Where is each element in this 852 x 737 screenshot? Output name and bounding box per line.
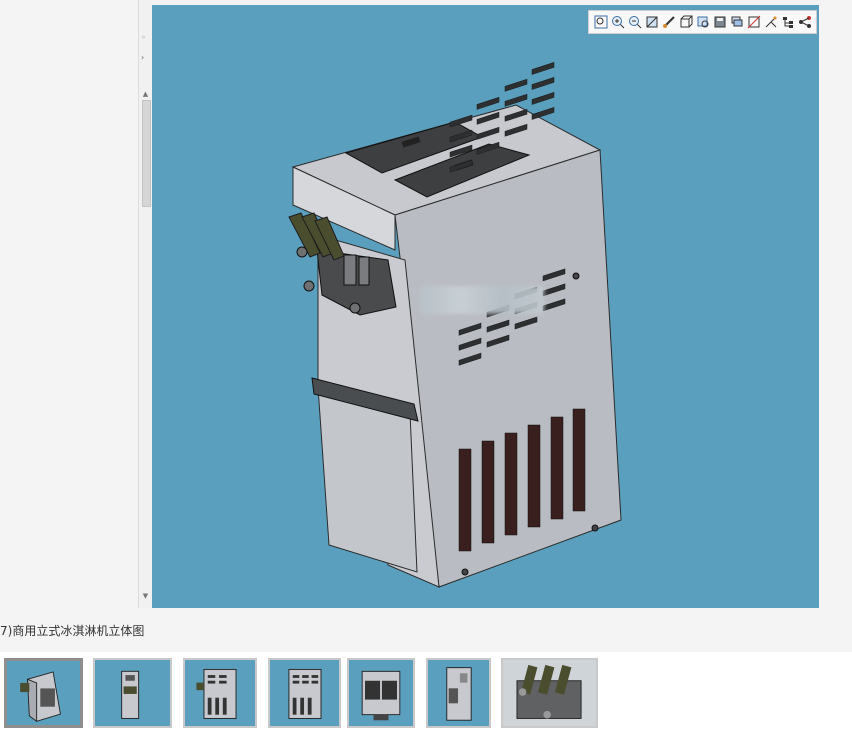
watermark-blur [420, 286, 544, 314]
scroll-down-arrow[interactable]: ▼ [141, 592, 150, 601]
model-caption: 7)商用立式冰淇淋机立体图 [0, 624, 145, 638]
thumbnail-top-view[interactable] [347, 658, 415, 728]
zoom-fit-icon[interactable] [593, 15, 608, 30]
save-view-icon[interactable] [712, 15, 727, 30]
explode-icon[interactable] [763, 15, 778, 30]
3d-model-viewport[interactable] [152, 5, 819, 608]
view-cube-icon[interactable] [678, 15, 693, 30]
share-icon[interactable] [797, 15, 812, 30]
expand-icon[interactable]: › [141, 54, 151, 62]
zoom-out-icon[interactable] [627, 15, 642, 30]
thumbnail-left-view[interactable] [183, 658, 257, 728]
search-part-icon[interactable] [695, 15, 710, 30]
layers-icon[interactable] [729, 15, 744, 30]
measure-icon[interactable] [661, 15, 676, 30]
scroll-up-arrow[interactable]: ▲ [141, 90, 150, 99]
vertical-scrollbar[interactable]: ◦ › ▲ ▼ [138, 0, 153, 608]
thumbnail-right-view[interactable] [426, 658, 491, 728]
section-icon[interactable] [746, 15, 761, 30]
thumbnail-iso-view[interactable] [4, 658, 83, 728]
thumbnail-side-view[interactable] [268, 658, 341, 728]
zoom-in-icon[interactable] [610, 15, 625, 30]
pin-icon[interactable]: ◦ [141, 34, 151, 42]
left-panel [0, 0, 138, 612]
right-gutter [819, 0, 852, 612]
thumbnail-dispenser-detail[interactable] [501, 658, 598, 728]
view-box-icon[interactable] [644, 15, 659, 30]
viewer-toolbar [588, 10, 817, 34]
tree-icon[interactable] [780, 15, 795, 30]
scrollbar-thumb[interactable] [142, 100, 151, 207]
thumbnail-front-view[interactable] [93, 658, 172, 728]
